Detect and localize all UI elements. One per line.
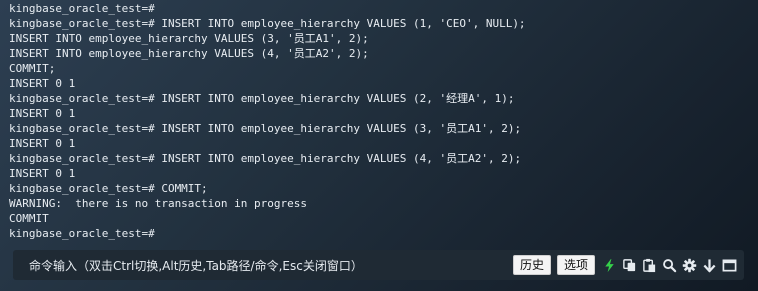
terminal-line: kingbase_oracle_test=# INSERT INTO emplo… [9, 92, 515, 105]
terminal-prompt: kingbase_oracle_test=# [9, 227, 155, 240]
lightning-icon[interactable] [601, 257, 618, 274]
copy-icon[interactable] [621, 257, 638, 274]
terminal-line: kingbase_oracle_test=# INSERT INTO emplo… [9, 17, 526, 30]
terminal-line: INSERT INTO employee_hierarchy VALUES (3… [9, 32, 369, 45]
terminal-output[interactable]: kingbase_oracle_test=# kingbase_oracle_t… [0, 0, 758, 250]
terminal-line: INSERT 0 1 [9, 107, 76, 120]
gear-icon[interactable] [681, 257, 698, 274]
command-input-bar[interactable]: 命令输入（双击Ctrl切换,Alt历史,Tab路径/命令,Esc关闭窗口） 历史… [13, 250, 744, 280]
terminal-line: kingbase_oracle_test=# INSERT INTO emplo… [9, 122, 522, 135]
search-icon[interactable] [661, 257, 678, 274]
terminal-line: kingbase_oracle_test=# COMMIT; [9, 182, 208, 195]
options-button[interactable]: 选项 [556, 255, 595, 275]
terminal-line: INSERT 0 1 [9, 167, 76, 180]
window-icon[interactable] [721, 257, 738, 274]
arrow-down-icon[interactable] [701, 257, 718, 274]
history-button[interactable]: 历史 [512, 255, 551, 275]
terminal-line: INSERT 0 1 [9, 77, 76, 90]
paste-icon[interactable] [641, 257, 658, 274]
terminal-line: COMMIT; [9, 62, 56, 75]
terminal-line: INSERT INTO employee_hierarchy VALUES (4… [9, 47, 369, 60]
terminal-line: COMMIT [9, 212, 49, 225]
terminal-line: kingbase_oracle_test=# INSERT INTO emplo… [9, 152, 522, 165]
command-input-hint[interactable]: 命令输入（双击Ctrl切换,Alt历史,Tab路径/命令,Esc关闭窗口） [29, 257, 513, 274]
terminal-line: WARNING: there is no transaction in prog… [9, 197, 308, 210]
command-bar-toolbar [601, 257, 738, 274]
terminal-line: kingbase_oracle_test=# [9, 2, 155, 15]
terminal-line: INSERT 0 1 [9, 137, 76, 150]
